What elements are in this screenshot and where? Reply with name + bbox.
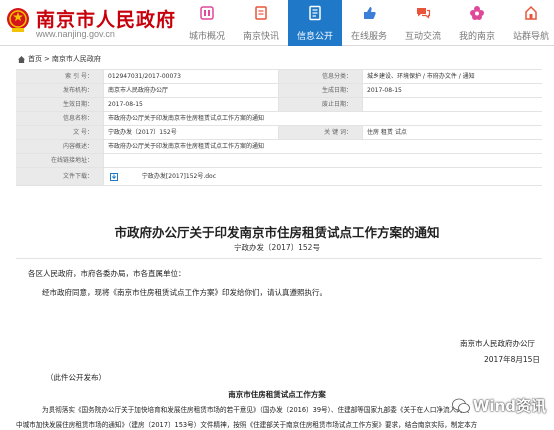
divider — [16, 258, 542, 259]
navigation-icon — [525, 5, 537, 20]
document-info-table: 索 引 号： 012947031/2017-00073 信息分类： 城乡建设、环… — [16, 69, 542, 186]
news-icon — [255, 6, 267, 20]
online-link-value[interactable] — [104, 154, 542, 167]
abolish-label: 废止日期： — [279, 98, 363, 111]
abolish-value — [363, 98, 538, 111]
nav-label: 信息公开 — [296, 32, 333, 42]
docno-value: 宁政办发〔2017〕152号 — [104, 126, 279, 139]
breadcrumb-current[interactable]: 南京市人民政府 — [52, 54, 101, 64]
watermark-text: Wind资讯 — [472, 397, 546, 415]
site-header: 南京市人民政府 www.nanjing.gov.cn 城市概况 南京快讯 信息公… — [0, 0, 554, 46]
site-url: www.nanjing.gov.cn — [36, 29, 115, 39]
sign-date: 2017年8月15日 — [484, 355, 540, 364]
nav-label: 城市概况 — [188, 32, 225, 42]
flower-icon — [470, 6, 484, 20]
article-body: 经市政府同意，现将《南京市住房租赁试点工作方案》印发给你们，请认真遵照执行。 — [42, 288, 327, 297]
docno-label: 文 号： — [16, 126, 104, 139]
nav-info-disclosure[interactable]: 信息公开 — [288, 0, 342, 46]
body-line: 为贯彻落实《国务院办公厅关于加快培育和发展住房租赁市场的若干意见》（国办发〔20… — [42, 406, 470, 414]
nav-city-overview[interactable]: 城市概况 — [180, 0, 234, 46]
attachment-label: 文件下载： — [16, 168, 104, 185]
keywords-value: 住房 租赁 试点 — [363, 126, 538, 139]
article-doc-number: 宁政办发〔2017〕152号 — [234, 243, 320, 252]
nav-nanjing-news[interactable]: 南京快讯 — [234, 0, 288, 46]
nav-label: 在线服务 — [350, 32, 387, 42]
nav-label: 互动交流 — [404, 32, 441, 42]
info-row: 发布机构： 南京市人民政府办公厅 生成日期： 2017-08-15 — [16, 84, 542, 98]
info-row: 索 引 号： 012947031/2017-00073 信息分类： 城乡建设、环… — [16, 70, 542, 84]
city-icon — [200, 6, 214, 20]
nav-my-nanjing[interactable]: 我的南京 — [450, 0, 504, 46]
signature: 南京市人民政府办公厅 — [460, 339, 535, 348]
keywords-label: 关 键 词： — [279, 126, 363, 139]
index-label: 索 引 号： — [16, 70, 104, 83]
nav-interaction[interactable]: 互动交流 — [396, 0, 450, 46]
nav-label: 南京快讯 — [242, 32, 279, 42]
gen-date-label: 生成日期： — [279, 84, 363, 97]
salutation: 各区人民政府，市府各委办局，市各直属单位： — [28, 269, 186, 278]
body-line: 中城市加快发展住房租赁市场的通知》（建房〔2017〕153号）文件精神，按照《住… — [16, 421, 478, 429]
breadcrumb: 首页 > 南京市人民政府 — [18, 54, 101, 64]
breadcrumb-home[interactable]: 首页 — [28, 54, 42, 64]
main-nav: 城市概况 南京快讯 信息公开 在线服务 互动交流 我的南京 站群导航 — [180, 0, 554, 46]
wechat-icon — [451, 398, 470, 413]
category-value: 城乡建设、环境保护 / 市府办文件 / 通知 — [363, 70, 538, 83]
info-row: 在线链接地址： — [16, 154, 542, 168]
home-icon — [18, 55, 25, 63]
gen-date-value: 2017-08-15 — [363, 84, 538, 97]
nav-site-navigation[interactable]: 站群导航 — [504, 0, 554, 46]
online-link-label: 在线链接地址： — [16, 154, 104, 167]
attachment-link[interactable]: 宁政办发[2017]152号.doc — [142, 173, 216, 180]
download-icon[interactable] — [110, 172, 118, 181]
summary-label: 内容概述： — [16, 140, 104, 153]
publisher-value: 南京市人民政府办公厅 — [104, 84, 279, 97]
document-icon — [309, 5, 321, 21]
watermark: Wind资讯 — [451, 395, 546, 416]
site-title[interactable]: 南京市人民政府 — [36, 5, 176, 32]
publisher-label: 发布机构： — [16, 84, 104, 97]
nav-label: 我的南京 — [458, 32, 495, 42]
national-emblem-icon — [7, 8, 29, 32]
name-value: 市政府办公厅关于印发南京市住房租赁试点工作方案的通知 — [104, 112, 542, 125]
info-row: 文件下载： 宁政办发[2017]152号.doc — [16, 168, 542, 186]
summary-value: 市政府办公厅关于印发南京市住房租赁试点工作方案的通知 — [104, 140, 542, 153]
article-title: 市政府办公厅关于印发南京市住房租赁试点工作方案的通知 — [114, 225, 440, 240]
thumb-icon — [364, 7, 376, 19]
nav-online-service[interactable]: 在线服务 — [342, 0, 396, 46]
info-row: 文 号： 宁政办发〔2017〕152号 关 键 词： 住房 租赁 试点 — [16, 126, 542, 140]
effective-value: 2017-08-15 — [104, 98, 279, 111]
info-row: 信息名称： 市政府办公厅关于印发南京市住房租赁试点工作方案的通知 — [16, 112, 542, 126]
chat-icon — [417, 8, 431, 19]
info-row: 内容概述： 市政府办公厅关于印发南京市住房租赁试点工作方案的通知 — [16, 140, 542, 154]
index-value: 012947031/2017-00073 — [104, 70, 279, 83]
info-row: 生效日期： 2017-08-15 废止日期： — [16, 98, 542, 112]
effective-label: 生效日期： — [16, 98, 104, 111]
attachment-cell: 宁政办发[2017]152号.doc — [104, 168, 542, 185]
name-label: 信息名称： — [16, 112, 104, 125]
category-label: 信息分类： — [279, 70, 363, 83]
publish-note: （此件公开发布） — [46, 373, 106, 382]
nav-label: 站群导航 — [512, 32, 549, 42]
breadcrumb-separator: > — [44, 55, 50, 63]
